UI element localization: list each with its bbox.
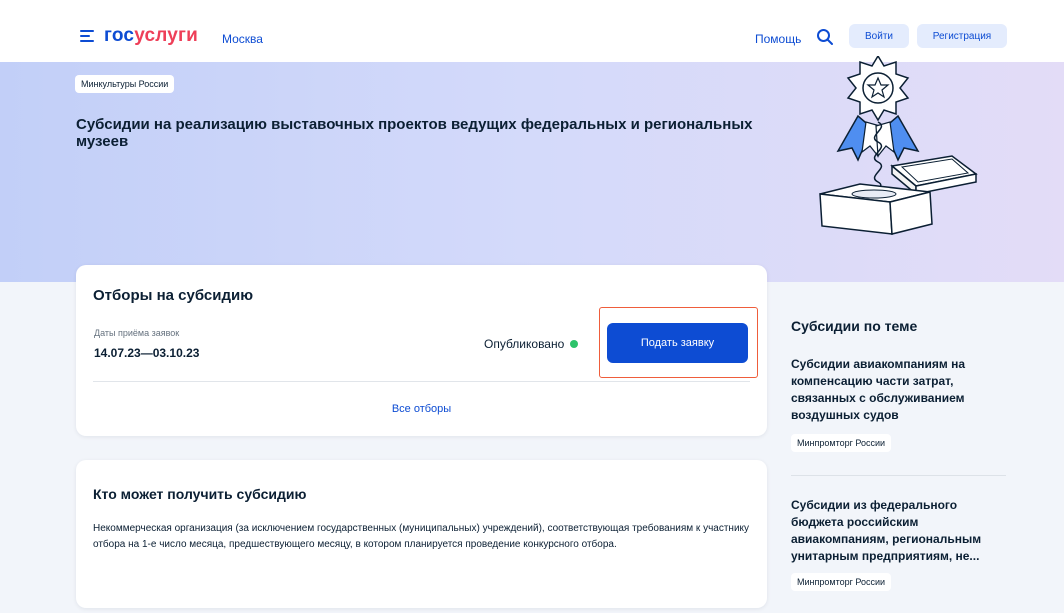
register-button[interactable]: Регистрация xyxy=(917,24,1007,48)
related-subsidies-heading: Субсидии по теме xyxy=(791,318,918,334)
status-dot-icon xyxy=(570,340,579,348)
related-subsidy-department-tag: Минпромторг России xyxy=(791,573,892,591)
menu-icon[interactable] xyxy=(80,30,94,42)
related-subsidy-item[interactable]: Субсидии авиакомпаниям на компенсацию ча… xyxy=(791,356,991,452)
award-box-illustration xyxy=(819,56,978,235)
related-subsidy-item[interactable]: Субсидии из федерального бюджета российс… xyxy=(791,497,991,591)
divider xyxy=(791,475,1006,476)
related-subsidy-title[interactable]: Субсидии авиакомпаниям на компенсацию ча… xyxy=(791,356,991,424)
eligibility-text: Некоммерческая организация (за исключени… xyxy=(93,523,750,550)
page-title: Субсидии на реализацию выставочных проек… xyxy=(76,116,753,150)
search-icon[interactable] xyxy=(815,27,835,47)
related-subsidy-title[interactable]: Субсидии из федерального бюджета российс… xyxy=(791,497,991,565)
logo-part-uslugi: услуги xyxy=(134,25,199,46)
department-tag: Минкультуры России xyxy=(75,75,175,93)
status-text: Опубликовано xyxy=(484,337,565,351)
login-button[interactable]: Войти xyxy=(849,24,909,48)
selection-title: Отборы на субсидию xyxy=(93,287,254,304)
help-link[interactable]: Помощь xyxy=(755,32,801,46)
site-header: госуслуги Москва Помощь Войти Регистраци… xyxy=(0,0,1064,62)
dates-value: 14.07.23—03.10.23 xyxy=(94,346,200,360)
selection-card: Отборы на субсидию Даты приёма заявок 14… xyxy=(76,265,767,436)
divider xyxy=(93,381,750,382)
eligibility-title: Кто может получить субсидию xyxy=(93,486,307,502)
city-selector[interactable]: Москва xyxy=(222,32,263,46)
status-badge: Опубликовано xyxy=(484,337,579,351)
gosuslugi-logo[interactable]: госуслуги xyxy=(104,25,198,47)
logo-part-gos: гос xyxy=(104,25,135,46)
related-subsidy-department-tag: Минпромторг России xyxy=(791,434,892,452)
apply-button[interactable]: Подать заявку xyxy=(607,323,748,363)
all-selections-link[interactable]: Все отборы xyxy=(76,403,767,415)
dates-label: Даты приёма заявок xyxy=(94,328,180,338)
eligibility-card: Кто может получить субсидию Некоммерческ… xyxy=(76,460,767,608)
